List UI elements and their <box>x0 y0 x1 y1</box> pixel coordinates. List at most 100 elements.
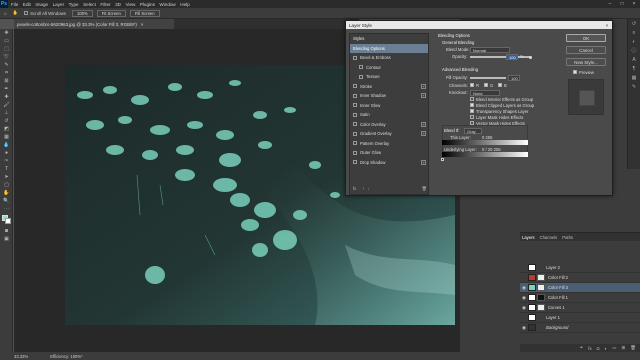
this-layer-gradient[interactable] <box>442 140 528 145</box>
eye-icon[interactable]: ◉ <box>520 295 528 301</box>
layer-mask-thumbnail[interactable] <box>537 304 545 311</box>
marquee-tool-icon[interactable]: ⬚ <box>0 45 13 53</box>
delete-effect-icon[interactable]: 🗑 <box>422 186 427 192</box>
menu-plugins[interactable]: Plugins <box>140 2 155 7</box>
link-layers-icon[interactable]: ⚭ <box>580 345 584 351</box>
move-down-icon[interactable]: ↓ <box>367 186 369 192</box>
layer-mask-thumbnail[interactable] <box>537 274 545 281</box>
opacity-slider-knob[interactable] <box>529 55 532 59</box>
style-checkbox[interactable] <box>359 74 363 79</box>
gradient-tool-icon[interactable]: ▦ <box>0 133 13 141</box>
delete-layer-icon[interactable]: 🗑 <box>630 345 636 351</box>
menu-file[interactable]: File <box>11 2 18 7</box>
healing-brush-icon[interactable]: ✚ <box>0 93 13 101</box>
dialog-close-icon[interactable]: × <box>602 23 612 28</box>
properties-panel-icon[interactable]: ≡ <box>628 28 640 37</box>
cancel-button[interactable]: Cancel <box>566 46 606 54</box>
crop-tool-icon[interactable]: ⌗ <box>0 69 13 77</box>
type-tool-icon[interactable]: T <box>0 165 13 173</box>
paragraph-panel-icon[interactable]: ¶ <box>628 64 640 73</box>
blend-clipped-checkbox[interactable] <box>470 103 474 107</box>
blend-if-select[interactable]: Gray <box>464 127 482 134</box>
zoom-level[interactable]: 33.33% <box>14 354 28 359</box>
preview-checkbox[interactable] <box>573 70 577 74</box>
layer-row[interactable]: Layer 2 <box>520 263 640 273</box>
document-tab[interactable]: pexels-cottonbro-5620963.jpg @ 33.3% (Co… <box>14 19 174 29</box>
move-tool-icon[interactable]: ✥ <box>0 29 13 37</box>
eyedropper-tool-icon[interactable]: ✒ <box>0 85 13 93</box>
add-mask-icon[interactable]: ◘ <box>597 346 600 351</box>
underlying-layer-gradient[interactable] <box>442 152 528 157</box>
fill-opacity-input[interactable]: 100 <box>508 74 520 81</box>
add-effect-icon[interactable]: + <box>421 93 426 98</box>
menu-image[interactable]: Image <box>35 2 48 7</box>
maximize-button[interactable]: □ <box>616 0 628 8</box>
menu-window[interactable]: Window <box>159 2 175 7</box>
new-style-button[interactable]: New Style... <box>566 58 606 66</box>
info-panel-icon[interactable]: ⓘ <box>628 46 640 55</box>
add-effect-icon[interactable]: + <box>421 121 426 127</box>
frame-tool-icon[interactable]: ⊠ <box>0 77 13 85</box>
style-checkbox[interactable] <box>353 55 357 60</box>
menu-layer[interactable]: Layer <box>53 2 65 7</box>
style-item-drop-shadow[interactable]: Drop Shadow + <box>350 158 428 168</box>
adjustment-layer-icon[interactable]: ◐ <box>605 346 608 351</box>
style-checkbox[interactable] <box>353 141 357 146</box>
menu-edit[interactable]: Edit <box>23 2 31 7</box>
channel-g-checkbox[interactable] <box>484 83 488 87</box>
brush-tool-icon[interactable]: 🖌 <box>0 101 13 109</box>
menu-select[interactable]: Select <box>83 2 96 7</box>
menu-view[interactable]: View <box>125 2 135 7</box>
path-select-icon[interactable]: ➤ <box>0 173 13 181</box>
ok-button[interactable]: OK <box>566 34 606 42</box>
opacity-input[interactable]: 100 <box>506 53 518 60</box>
layer-row[interactable]: ◉ Color Fill 1 <box>520 293 640 303</box>
style-item-stroke[interactable]: Stroke + <box>350 82 428 92</box>
hand-tool-icon[interactable]: ✋ <box>0 189 13 197</box>
move-up-icon[interactable]: ↑ <box>362 186 364 192</box>
eraser-tool-icon[interactable]: ◩ <box>0 125 13 133</box>
eye-icon[interactable]: ◉ <box>520 305 528 311</box>
minimize-button[interactable]: – <box>604 0 616 8</box>
layer-mask-hides-checkbox[interactable] <box>470 115 474 119</box>
stamp-tool-icon[interactable]: ⊥ <box>0 109 13 117</box>
menu-type[interactable]: Type <box>69 2 79 7</box>
history-panel-icon[interactable]: ↺ <box>628 19 640 28</box>
style-item-pattern-overlay[interactable]: Pattern Overlay <box>350 139 428 149</box>
fill-screen-button[interactable]: Fill Screen <box>129 9 160 17</box>
style-item-inner-glow[interactable]: Inner Glow <box>350 101 428 111</box>
zoom-100-button[interactable]: 100% <box>72 9 93 17</box>
style-checkbox[interactable] <box>353 122 357 127</box>
close-window-button[interactable]: × <box>628 0 640 8</box>
tab-channels[interactable]: Channels <box>540 235 558 240</box>
artboard-tool-icon[interactable]: ▭ <box>0 37 13 45</box>
character-panel-icon[interactable]: A <box>628 55 640 64</box>
blur-tool-icon[interactable]: 💧 <box>0 141 13 149</box>
scroll-all-checkbox[interactable]: Scroll All Windows <box>24 11 66 16</box>
hand-tool-icon[interactable]: ✋ <box>13 10 18 16</box>
layer-mask-thumbnail[interactable] <box>537 294 545 301</box>
add-effect-icon[interactable]: + <box>421 159 426 165</box>
blend-mode-select[interactable]: Normal <box>470 46 510 53</box>
quick-mask-icon[interactable]: ◙ <box>0 227 13 235</box>
shape-tool-icon[interactable]: ▢ <box>0 181 13 189</box>
new-group-icon[interactable]: ▭ <box>612 345 616 351</box>
more-tools-icon[interactable]: ⋯ <box>0 205 13 213</box>
style-checkbox[interactable] <box>353 93 357 98</box>
style-checkbox[interactable] <box>353 103 357 108</box>
style-checkbox[interactable] <box>353 150 357 155</box>
fit-screen-button[interactable]: Fit Screen <box>96 9 126 17</box>
layer-row[interactable]: Color Fill 2 <box>520 273 640 283</box>
quick-select-tool-icon[interactable]: ✎ <box>0 61 13 69</box>
new-layer-icon[interactable]: ⊞ <box>622 345 626 351</box>
style-item-bevel-emboss[interactable]: Bevel & Emboss <box>350 53 428 63</box>
pen-tool-icon[interactable]: ✑ <box>0 157 13 165</box>
eye-icon[interactable]: ◉ <box>520 325 528 331</box>
add-style-icon[interactable]: fx <box>588 346 592 351</box>
style-item-inner-shadow[interactable]: Inner Shadow + <box>350 91 428 101</box>
knockout-select[interactable]: None <box>470 89 500 96</box>
style-item-gradient-overlay[interactable]: Gradient Overlay + <box>350 129 428 139</box>
tab-paths[interactable]: Paths <box>562 235 573 240</box>
layer-row-selected[interactable]: ◉ Color Fill 3 <box>520 283 640 293</box>
menu-filter[interactable]: Filter <box>100 2 110 7</box>
